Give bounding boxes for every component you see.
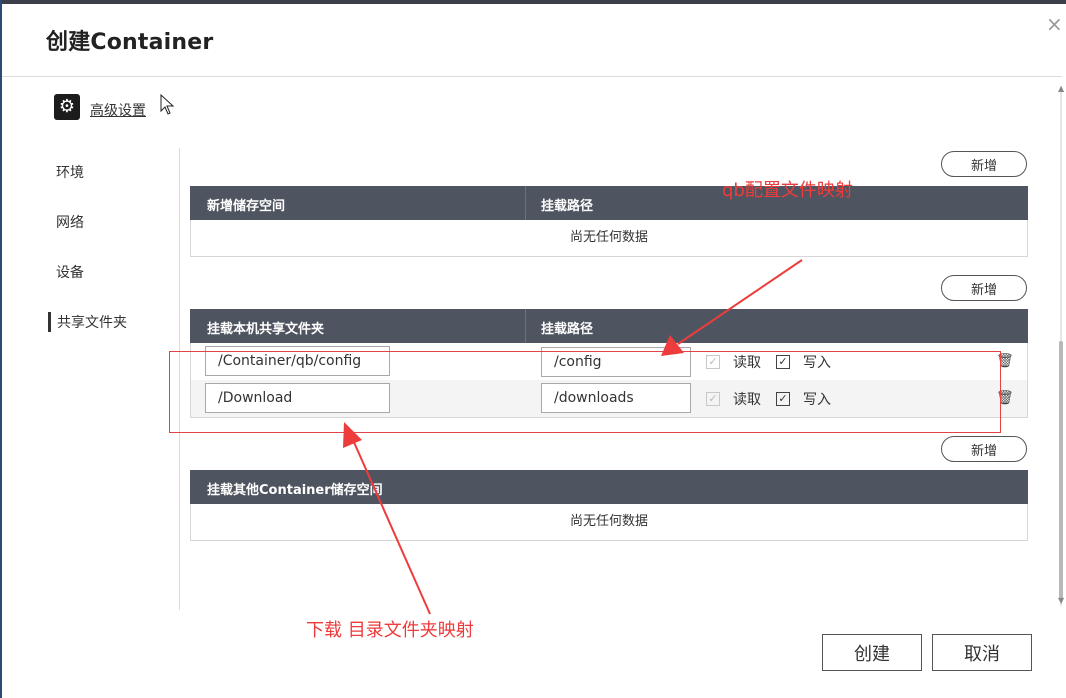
column-header-new-storage: 新增储存空间 — [207, 199, 286, 214]
add-shared-folder-button[interactable]: 新增 — [941, 275, 1027, 301]
empty-state-text: 尚无任何数据 — [569, 514, 648, 529]
add-storage-button[interactable]: 新增 — [941, 151, 1027, 177]
annotation-label-config: qb配置文件映射 — [722, 180, 853, 201]
mouse-pointer-icon — [160, 94, 175, 115]
sidebar-item-devices[interactable]: 设备 — [56, 262, 84, 282]
container-storage-table-body: 尚无任何数据 — [190, 504, 1028, 541]
scroll-down-icon[interactable]: ▼ — [1058, 596, 1064, 605]
sidebar-item-network[interactable]: 网络 — [56, 212, 84, 232]
column-header-mount-path: 挂载路径 — [541, 322, 594, 337]
scroll-up-icon[interactable]: ▲ — [1058, 84, 1064, 93]
add-container-storage-button[interactable]: 新增 — [941, 436, 1027, 462]
annotation-label-download: 下载 目录文件夹映射 — [306, 620, 474, 641]
storage-table-header: 新增储存空间 挂载路径 — [190, 186, 1028, 220]
create-button[interactable]: 创建 — [822, 634, 922, 671]
cancel-button[interactable]: 取消 — [932, 634, 1032, 671]
scrollbar-thumb[interactable] — [1059, 341, 1063, 601]
column-header-mount-path: 挂载路径 — [541, 199, 594, 214]
title-divider — [2, 76, 1062, 77]
column-divider — [525, 186, 526, 220]
annotation-highlight-box — [169, 351, 1001, 433]
container-storage-table-header: 挂载其他Container储存空间 — [190, 470, 1028, 504]
gear-icon: ⚙ — [54, 94, 80, 120]
shared-folder-table-header: 挂载本机共享文件夹 挂载路径 — [190, 309, 1028, 343]
sidebar-item-environment[interactable]: 环境 — [56, 162, 84, 182]
dialog-title: 创建Container — [46, 30, 214, 55]
empty-state-text: 尚无任何数据 — [569, 230, 648, 245]
column-header-other-container-storage: 挂载其他Container储存空间 — [207, 483, 383, 498]
advanced-settings-label: 高级设置 — [90, 103, 146, 119]
column-divider — [525, 309, 526, 343]
column-header-host-shared-folder: 挂载本机共享文件夹 — [207, 322, 325, 337]
sidebar-item-shared-folders[interactable]: 共享文件夹 — [48, 312, 127, 332]
storage-table-body: 尚无任何数据 — [190, 220, 1028, 257]
close-icon[interactable]: × — [1046, 12, 1063, 36]
advanced-settings-link[interactable]: ⚙ 高级设置 — [54, 94, 146, 120]
dialog-scrollbar[interactable]: ▲ ▼ — [1058, 84, 1064, 606]
